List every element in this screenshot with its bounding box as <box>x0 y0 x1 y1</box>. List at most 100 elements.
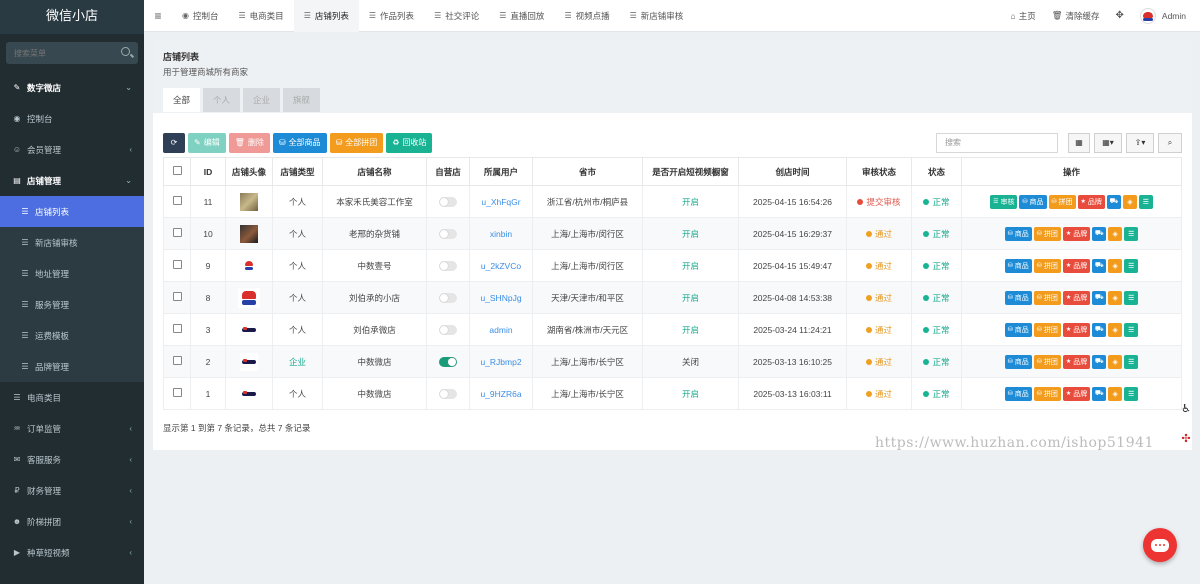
shop-avatar[interactable] <box>238 287 260 308</box>
tag-button[interactable]: ◈ <box>1108 322 1123 337</box>
brand-button[interactable]: ★ 品牌 <box>1062 322 1091 337</box>
video-window-cell[interactable]: 开启 <box>642 185 739 218</box>
audit-button[interactable]: ☰ 审核 <box>990 194 1018 209</box>
shop-avatar[interactable] <box>240 224 258 243</box>
tab-8[interactable]: ☰ 新店铺审核 <box>620 0 694 32</box>
user-cell[interactable]: u_SHNpJg <box>469 281 533 314</box>
detail-button[interactable]: ☰ <box>1124 258 1139 273</box>
self-operated-toggle[interactable] <box>439 196 457 207</box>
tag-button[interactable]: ◈ <box>1108 386 1123 401</box>
home-link[interactable]: ⌂ 主页 <box>1003 10 1044 22</box>
row-checkbox[interactable] <box>172 228 182 237</box>
shop-avatar[interactable] <box>240 192 258 211</box>
user-menu[interactable]: Admin <box>1132 7 1200 24</box>
chat-button[interactable] <box>1143 528 1177 562</box>
user-cell[interactable]: u_XhFqGr <box>469 185 533 218</box>
tab-4[interactable]: ☰ 作品列表 <box>359 0 424 32</box>
columns-button[interactable]: ▦▾ <box>1094 132 1122 153</box>
sidebar-item-10[interactable]: ☰ 品牌管理 <box>0 351 144 382</box>
brand-button[interactable]: ★ 品牌 <box>1062 290 1091 305</box>
sidebar-item-4[interactable]: ▤ 店铺管理 ⌄ <box>0 165 144 196</box>
self-operated-toggle[interactable] <box>439 292 457 303</box>
clear-cache-button[interactable]: 🗑 清除缓存 <box>1044 10 1108 22</box>
group-button[interactable]: ⛁ 拼团 <box>1033 290 1061 305</box>
filter-tab-4[interactable]: 旗舰 <box>283 88 321 112</box>
select-all-checkbox[interactable] <box>172 166 182 175</box>
sidebar-item-15[interactable]: ☻ 阶梯拼团 ‹ <box>0 506 144 537</box>
recycle-bin-button[interactable]: ♻ 回收站 <box>386 132 433 153</box>
tab-5[interactable]: ☰ 社交评论 <box>424 0 489 32</box>
group-button[interactable]: ⛁ 拼团 <box>1033 386 1061 401</box>
menu-search[interactable] <box>6 42 138 64</box>
shipping-button[interactable]: ⛟ <box>1106 194 1121 209</box>
goods-button[interactable]: ⛁ 商品 <box>1004 322 1032 337</box>
table-search-input[interactable]: 搜索 <box>936 132 1058 153</box>
user-cell[interactable]: u_2kZVCo <box>469 249 533 282</box>
video-window-cell[interactable]: 开启 <box>642 313 739 346</box>
sidebar-item-9[interactable]: ☰ 运费模板 <box>0 320 144 351</box>
shop-avatar[interactable] <box>240 352 258 371</box>
video-window-cell[interactable]: 开启 <box>642 377 739 410</box>
self-operated-toggle[interactable] <box>439 228 457 239</box>
tag-button[interactable]: ◈ <box>1108 258 1123 273</box>
fullscreen-icon[interactable]: ✥ <box>1108 10 1132 21</box>
sidebar-item-6[interactable]: ☰ 新店铺审核 <box>0 227 144 258</box>
delete-button[interactable]: 🗑 删除 <box>228 132 270 153</box>
user-cell[interactable]: u_RJbmp2 <box>469 345 533 378</box>
filter-tab-3[interactable]: 企业 <box>243 88 281 112</box>
brand-button[interactable]: ★ 品牌 <box>1062 386 1091 401</box>
shipping-button[interactable]: ⛟ <box>1092 226 1107 241</box>
group-button[interactable]: ⛁ 拼团 <box>1033 354 1061 369</box>
video-window-cell[interactable]: 开启 <box>642 249 739 282</box>
menu-search-input[interactable] <box>14 48 114 58</box>
brand-button[interactable]: ★ 品牌 <box>1062 354 1091 369</box>
detail-button[interactable]: ☰ <box>1124 290 1139 305</box>
tab-1[interactable]: ◉ 控制台 <box>172 0 229 32</box>
sidebar-item-1[interactable]: ✎ 数字微店 ⌄ <box>0 72 144 103</box>
shop-avatar[interactable] <box>240 384 258 403</box>
group-button[interactable]: ⛁ 拼团 <box>1048 194 1076 209</box>
filter-tab-2[interactable]: 个人 <box>203 88 241 112</box>
goods-button[interactable]: ⛁ 商品 <box>1004 226 1032 241</box>
group-button[interactable]: ⛁ 拼团 <box>1033 226 1061 241</box>
sidebar-item-11[interactable]: ☰ 电商类目 <box>0 382 144 413</box>
advanced-search-button[interactable]: ⌕ <box>1158 132 1182 153</box>
shipping-button[interactable]: ⛟ <box>1092 258 1107 273</box>
video-window-cell[interactable]: 开启 <box>642 217 739 250</box>
sidebar-item-5[interactable]: ☰ 店铺列表 <box>0 196 144 227</box>
detail-button[interactable]: ☰ <box>1124 322 1139 337</box>
tag-button[interactable]: ◈ <box>1108 354 1123 369</box>
self-operated-toggle[interactable] <box>439 260 457 271</box>
sidebar-item-2[interactable]: ◉ 控制台 <box>0 103 144 134</box>
sidebar-item-12[interactable]: ♒ 订单监管 ‹ <box>0 413 144 444</box>
sidebar-item-14[interactable]: ₽ 财务管理 ‹ <box>0 475 144 506</box>
row-checkbox[interactable] <box>172 324 182 333</box>
tab-3[interactable]: ☰ 店铺列表 <box>293 0 359 32</box>
row-checkbox[interactable] <box>172 388 182 397</box>
shipping-button[interactable]: ⛟ <box>1092 354 1107 369</box>
tab-2[interactable]: ☰ 电商类目 <box>229 0 294 32</box>
refresh-button[interactable]: ⟳ <box>163 132 185 153</box>
tab-7[interactable]: ☰ 视频点播 <box>554 0 619 32</box>
accessibility-icon[interactable]: ♿ <box>1178 401 1194 417</box>
hamburger-menu-icon[interactable]: ≡ <box>144 9 172 23</box>
tag-button[interactable]: ◈ <box>1108 226 1123 241</box>
brand-logo[interactable]: 微信小店 <box>0 0 144 34</box>
user-cell[interactable]: admin <box>469 313 533 346</box>
self-operated-toggle[interactable] <box>439 324 457 335</box>
shop-avatar[interactable] <box>240 256 258 275</box>
detail-button[interactable]: ☰ <box>1124 386 1139 401</box>
group-button[interactable]: ⛁ 拼团 <box>1033 258 1061 273</box>
goods-button[interactable]: ⛁ 商品 <box>1004 290 1032 305</box>
self-operated-toggle[interactable] <box>439 356 457 367</box>
shipping-button[interactable]: ⛟ <box>1092 322 1107 337</box>
sidebar-item-13[interactable]: ✉ 客服服务 ‹ <box>0 444 144 475</box>
goods-button[interactable]: ⛁ 商品 <box>1004 354 1032 369</box>
goods-button[interactable]: ⛁ 商品 <box>1019 194 1047 209</box>
user-cell[interactable]: u_9HZR6a <box>469 377 533 410</box>
all-group-button[interactable]: ⛁ 全部拼团 <box>329 132 384 153</box>
tag-button[interactable]: ◈ <box>1108 290 1123 305</box>
brand-button[interactable]: ★ 品牌 <box>1062 258 1091 273</box>
shop-avatar[interactable] <box>240 320 258 339</box>
search-icon[interactable] <box>121 47 130 56</box>
